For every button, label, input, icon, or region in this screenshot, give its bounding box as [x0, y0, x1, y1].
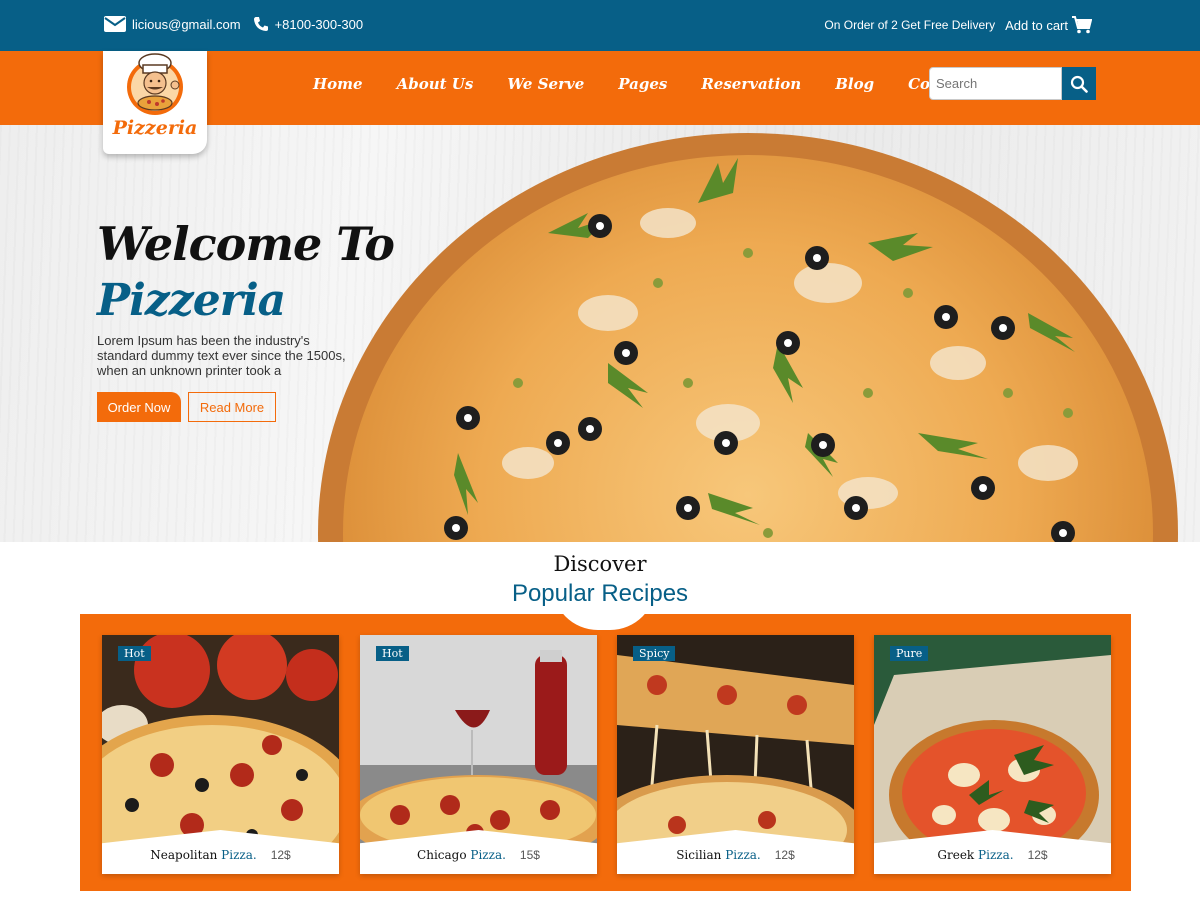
- hero-pizza-image: [318, 133, 1178, 542]
- contact-info: licious@gmail.com +8100-300-300: [104, 16, 375, 32]
- email-text: licious@gmail.com: [132, 16, 241, 32]
- nav-about-us[interactable]: About Us: [397, 75, 474, 93]
- recipe-name: Chicago Pizza. 15$: [360, 848, 597, 862]
- phone-icon: [253, 17, 268, 31]
- recipe-title: Greek: [937, 848, 975, 862]
- delivery-offer: On Order of 2 Get Free Delivery: [824, 18, 996, 32]
- nav-we-serve[interactable]: We Serve: [507, 75, 584, 93]
- hero-description: Lorem Ipsum has been the industry's stan…: [97, 333, 346, 378]
- recipe-title: Neapolitan: [150, 848, 218, 862]
- logo[interactable]: Pizzeria: [103, 51, 207, 154]
- recipe-suffix: Pizza.: [978, 848, 1014, 862]
- recipe-price: 15$: [519, 848, 540, 862]
- recipe-price: 12$: [1027, 848, 1048, 862]
- hero-title-line1: Welcome To: [97, 217, 395, 271]
- recipe-card-greek[interactable]: Pure Greek Pizza. 12$: [874, 635, 1111, 874]
- phone-text: +8100-300-300: [274, 16, 364, 32]
- nav-reservation[interactable]: Reservation: [701, 75, 801, 93]
- recipe-card-neapolitan[interactable]: Hot Neapolitan Pizza. 12$: [102, 635, 339, 874]
- section-title: Popular Recipes: [511, 580, 689, 607]
- recipe-title: Sicilian: [676, 848, 722, 862]
- read-more-button[interactable]: Read More: [188, 392, 276, 422]
- section-kicker: Discover: [553, 552, 647, 576]
- recipe-name: Neapolitan Pizza. 12$: [102, 848, 339, 862]
- main-nav: Home About Us We Serve Pages Reservation…: [313, 75, 1034, 93]
- recipe-price: 12$: [774, 848, 795, 862]
- recipe-suffix: Pizza.: [470, 848, 506, 862]
- nav-home[interactable]: Home: [313, 75, 363, 93]
- search-input[interactable]: [929, 67, 1062, 100]
- recipe-tag: Spicy: [633, 646, 676, 661]
- topbar-right: On Order of 2 Get Free Delivery Add to c…: [824, 16, 1092, 34]
- hero-banner: Welcome To Pizzeria Lorem Ipsum has been…: [0, 125, 1200, 542]
- recipe-price: 12$: [270, 848, 291, 862]
- recipe-tag: Hot: [376, 646, 409, 661]
- cart-icon: [1072, 16, 1092, 34]
- recipe-tag: Pure: [890, 646, 929, 661]
- add-to-cart-link[interactable]: Add to cart: [1005, 16, 1092, 34]
- recipe-tag: Hot: [118, 646, 151, 661]
- search-icon: [1070, 75, 1088, 93]
- recipe-card-chicago[interactable]: Hot Chicago Pizza. 15$: [360, 635, 597, 874]
- logo-text: Pizzeria: [112, 117, 198, 139]
- recipe-title: Chicago: [417, 848, 467, 862]
- recipe-suffix: Pizza.: [221, 848, 257, 862]
- envelope-icon: [104, 16, 126, 32]
- nav-pages[interactable]: Pages: [618, 75, 667, 93]
- chef-logo-icon: [127, 53, 183, 115]
- cart-label: Add to cart: [1005, 17, 1068, 33]
- top-bar: licious@gmail.com +8100-300-300 On Order…: [0, 0, 1200, 51]
- nav-blog[interactable]: Blog: [835, 75, 874, 93]
- search-box: [929, 67, 1096, 100]
- email-item[interactable]: licious@gmail.com: [104, 16, 241, 32]
- phone-item[interactable]: +8100-300-300: [253, 16, 364, 32]
- recipe-name: Sicilian Pizza. 12$: [617, 848, 854, 862]
- recipe-suffix: Pizza.: [725, 848, 761, 862]
- recipe-name: Greek Pizza. 12$: [874, 848, 1111, 862]
- search-button[interactable]: [1062, 67, 1096, 100]
- hero-title-line2: Pizzeria: [97, 275, 286, 326]
- recipe-card-sicilian[interactable]: Spicy Sicilian Pizza. 12$: [617, 635, 854, 874]
- order-now-button[interactable]: Order Now: [97, 392, 181, 422]
